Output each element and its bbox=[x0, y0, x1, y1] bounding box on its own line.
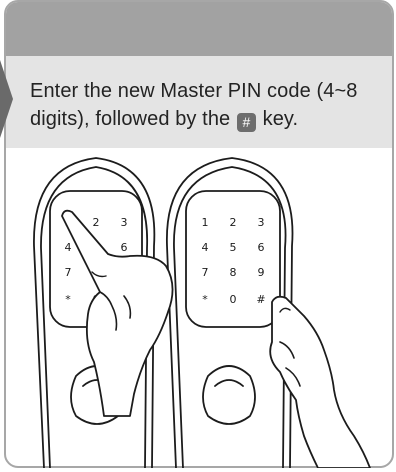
step-arrow-icon bbox=[0, 60, 13, 138]
lock-keypad-illustration: 1 2 3 4 5 6 7 8 9 * 0 # 1 2 3 4 5 6 7 8 … bbox=[33, 157, 371, 468]
right-keypad-digits: 1 2 3 4 5 6 7 8 9 * 0 # bbox=[202, 216, 266, 306]
right-key-2: 2 bbox=[230, 216, 237, 229]
right-key-0: 0 bbox=[230, 293, 237, 306]
right-key-7: 7 bbox=[202, 266, 209, 279]
right-key-star: * bbox=[202, 293, 208, 306]
left-key-7: 7 bbox=[65, 266, 72, 279]
right-key-8: 8 bbox=[230, 266, 237, 279]
left-hand-icon bbox=[61, 209, 174, 417]
left-key-4: 4 bbox=[65, 241, 72, 254]
right-key-1: 1 bbox=[202, 216, 209, 229]
instruction-text: Enter the new Master PIN code (4~8 digit… bbox=[30, 77, 382, 133]
left-key-3: 3 bbox=[121, 216, 128, 229]
right-thumbturn bbox=[202, 365, 256, 425]
right-key-4: 4 bbox=[202, 241, 209, 254]
right-hand-icon bbox=[269, 295, 371, 468]
right-keypad-panel bbox=[185, 190, 281, 328]
right-key-3: 3 bbox=[258, 216, 265, 229]
right-key-6: 6 bbox=[258, 241, 265, 254]
left-key-2: 2 bbox=[93, 216, 100, 229]
right-key-5: 5 bbox=[230, 241, 237, 254]
hash-key-icon: # bbox=[236, 113, 256, 132]
instruction-text-after: key. bbox=[256, 108, 299, 130]
left-key-star: * bbox=[65, 293, 71, 306]
right-key-9: 9 bbox=[258, 266, 265, 279]
right-key-hash: # bbox=[256, 293, 265, 306]
step-header-bar bbox=[6, 2, 392, 56]
left-key-6: 6 bbox=[121, 241, 128, 254]
instruction-text-before: Enter the new Master PIN code (4~8 digit… bbox=[30, 80, 358, 130]
